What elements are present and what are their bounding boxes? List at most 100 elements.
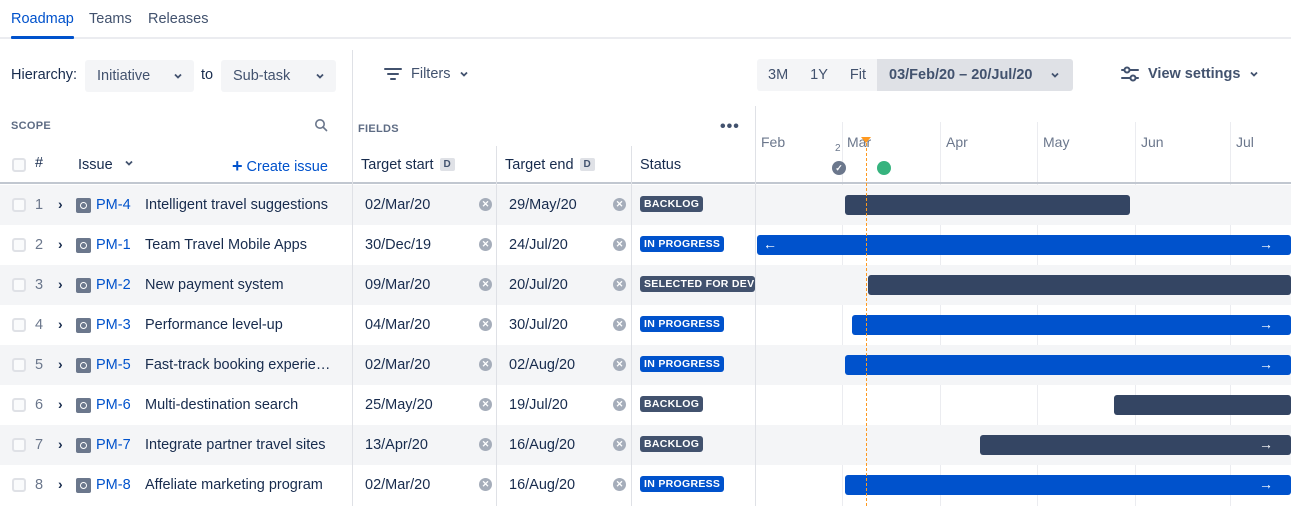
issue-summary[interactable]: Fast-track booking experie…	[145, 357, 330, 373]
target-start-value[interactable]: 25/May/20	[365, 397, 433, 413]
timeline-bar[interactable]: →	[845, 475, 1291, 495]
select-all-checkbox[interactable]	[12, 158, 26, 172]
clear-icon[interactable]: ✕	[613, 358, 626, 371]
target-start-value[interactable]: 13/Apr/20	[365, 437, 428, 453]
issue-key-link[interactable]: PM-2	[96, 277, 131, 293]
chevron-right-icon[interactable]: ›	[58, 396, 63, 412]
status-badge[interactable]: IN PROGRESS	[640, 356, 725, 372]
clear-icon[interactable]: ✕	[479, 478, 492, 491]
status-badge[interactable]: SELECTED FOR DEVELOPMENT	[640, 276, 755, 292]
target-start-value[interactable]: 02/Mar/20	[365, 477, 430, 493]
filters-button[interactable]: Filters	[383, 66, 470, 82]
date-range-picker[interactable]: 03/Feb/20 – 20/Jul/20	[877, 59, 1073, 91]
table-row[interactable]: 7 › PM-7 Integrate partner travel sites …	[0, 425, 1291, 465]
issue-summary[interactable]: Integrate partner travel sites	[145, 437, 326, 453]
target-start-value[interactable]: 04/Mar/20	[365, 317, 430, 333]
clear-icon[interactable]: ✕	[613, 478, 626, 491]
upcoming-release-marker[interactable]	[877, 161, 891, 175]
target-start-value[interactable]: 02/Mar/20	[365, 197, 430, 213]
clear-icon[interactable]: ✕	[613, 238, 626, 251]
status-badge[interactable]: BACKLOG	[640, 396, 704, 412]
target-end-value[interactable]: 20/Jul/20	[509, 277, 568, 293]
more-options-icon[interactable]: •••	[720, 118, 740, 136]
hierarchy-to-select[interactable]: Sub-task	[221, 60, 336, 92]
released-marker-icon[interactable]: ✓	[832, 161, 846, 175]
table-row[interactable]: 5 › PM-5 Fast-track booking experie… 02/…	[0, 345, 1291, 385]
status-column-header[interactable]: Status	[640, 157, 681, 173]
target-end-value[interactable]: 16/Aug/20	[509, 477, 575, 493]
clear-icon[interactable]: ✕	[479, 238, 492, 251]
clear-icon[interactable]: ✕	[613, 198, 626, 211]
table-row[interactable]: 2 › PM-1 Team Travel Mobile Apps 30/Dec/…	[0, 225, 1291, 265]
view-settings-button[interactable]: View settings	[1120, 66, 1260, 82]
issue-key-link[interactable]: PM-8	[96, 477, 131, 493]
row-checkbox[interactable]	[12, 358, 26, 372]
chevron-right-icon[interactable]: ›	[58, 196, 63, 212]
clear-icon[interactable]: ✕	[479, 438, 492, 451]
timeline-bar[interactable]	[868, 275, 1291, 295]
issue-summary[interactable]: Multi-destination search	[145, 397, 298, 413]
chevron-right-icon[interactable]: ›	[58, 436, 63, 452]
issue-key-link[interactable]: PM-5	[96, 357, 131, 373]
timeline-bar[interactable]	[1114, 395, 1291, 415]
target-start-value[interactable]: 02/Mar/20	[365, 357, 430, 373]
tab-roadmap[interactable]: Roadmap	[11, 11, 74, 27]
chevron-right-icon[interactable]: ›	[58, 316, 63, 332]
row-checkbox[interactable]	[12, 438, 26, 452]
clear-icon[interactable]: ✕	[479, 198, 492, 211]
row-checkbox[interactable]	[12, 398, 26, 412]
issue-summary[interactable]: Performance level-up	[145, 317, 283, 333]
row-checkbox[interactable]	[12, 238, 26, 252]
timeline-bar[interactable]: →	[845, 355, 1291, 375]
issue-summary[interactable]: Affeliate marketing program	[145, 477, 323, 493]
target-end-value[interactable]: 16/Aug/20	[509, 437, 575, 453]
row-checkbox[interactable]	[12, 318, 26, 332]
target-end-value[interactable]: 24/Jul/20	[509, 237, 568, 253]
timeline-bar[interactable]	[845, 195, 1130, 215]
target-start-value[interactable]: 09/Mar/20	[365, 277, 430, 293]
chevron-right-icon[interactable]: ›	[58, 276, 63, 292]
table-row[interactable]: 4 › PM-3 Performance level-up 04/Mar/20 …	[0, 305, 1291, 345]
target-end-value[interactable]: 19/Jul/20	[509, 397, 568, 413]
arrow-right-icon[interactable]: →	[1259, 436, 1273, 452]
status-badge[interactable]: BACKLOG	[640, 196, 704, 212]
arrow-right-icon[interactable]: →	[1259, 476, 1273, 492]
clear-icon[interactable]: ✕	[613, 438, 626, 451]
arrow-right-icon[interactable]: →	[1259, 236, 1273, 252]
range-fit-button[interactable]: Fit	[838, 59, 878, 91]
range-1y-button[interactable]: 1Y	[799, 59, 839, 91]
issue-summary[interactable]: Team Travel Mobile Apps	[145, 237, 307, 253]
table-row[interactable]: 8 › PM-8 Affeliate marketing program 02/…	[0, 465, 1291, 505]
timeline-bar[interactable]: →	[852, 315, 1291, 335]
status-badge[interactable]: IN PROGRESS	[640, 316, 725, 332]
arrow-right-icon[interactable]: →	[1259, 356, 1273, 372]
status-badge[interactable]: IN PROGRESS	[640, 476, 725, 492]
target-end-column-header[interactable]: Target end D	[505, 157, 595, 173]
row-checkbox[interactable]	[12, 278, 26, 292]
clear-icon[interactable]: ✕	[479, 398, 492, 411]
create-issue-button[interactable]: + Create issue	[232, 156, 328, 177]
target-end-value[interactable]: 30/Jul/20	[509, 317, 568, 333]
chevron-right-icon[interactable]: ›	[58, 236, 63, 252]
timeline-bar[interactable]: →	[980, 435, 1291, 455]
table-row[interactable]: 3 › PM-2 New payment system 09/Mar/20 ✕ …	[0, 265, 1291, 305]
arrow-right-icon[interactable]: →	[1259, 316, 1273, 332]
clear-icon[interactable]: ✕	[613, 398, 626, 411]
chevron-right-icon[interactable]: ›	[58, 476, 63, 492]
arrow-left-icon[interactable]: ←	[763, 236, 777, 252]
issue-column-header[interactable]: Issue	[78, 157, 135, 173]
issue-key-link[interactable]: PM-1	[96, 237, 131, 253]
range-3m-button[interactable]: 3M	[757, 59, 800, 91]
target-start-column-header[interactable]: Target start D	[361, 157, 455, 173]
row-checkbox[interactable]	[12, 198, 26, 212]
issue-key-link[interactable]: PM-3	[96, 317, 131, 333]
status-badge[interactable]: IN PROGRESS	[640, 236, 725, 252]
tab-releases[interactable]: Releases	[148, 11, 208, 27]
table-row[interactable]: 1 › PM-4 Intelligent travel suggestions …	[0, 185, 1291, 225]
issue-key-link[interactable]: PM-7	[96, 437, 131, 453]
hierarchy-from-select[interactable]: Initiative	[85, 60, 194, 92]
timeline-bar[interactable]: ← →	[757, 235, 1291, 255]
target-start-value[interactable]: 30/Dec/19	[365, 237, 431, 253]
search-icon[interactable]	[314, 118, 328, 132]
clear-icon[interactable]: ✕	[479, 278, 492, 291]
